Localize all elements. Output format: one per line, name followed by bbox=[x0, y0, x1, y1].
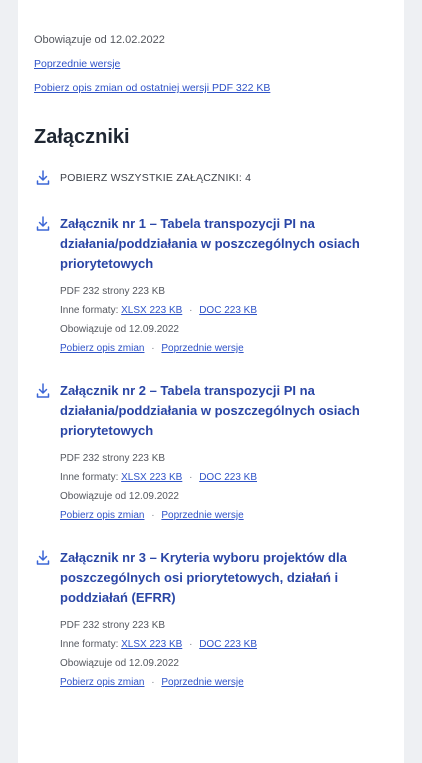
download-icon[interactable] bbox=[36, 550, 50, 566]
attachment-title-link[interactable]: Załącznik nr 2 – Tabela transpozycji PI … bbox=[60, 381, 390, 441]
download-changes-link[interactable]: Pobierz opis zmian bbox=[60, 510, 144, 521]
separator-dot: · bbox=[189, 639, 193, 650]
attachment-item: Załącznik nr 2 – Tabela transpozycji PI … bbox=[34, 381, 404, 524]
previous-versions-link[interactable]: Poprzednie wersje bbox=[161, 343, 243, 354]
download-icon[interactable] bbox=[36, 383, 50, 399]
document-panel: Obowiązuje od 12.02.2022 Poprzednie wers… bbox=[18, 0, 404, 763]
previous-versions-link[interactable]: Poprzednie wersje bbox=[161, 510, 243, 521]
attachment-item: Załącznik nr 3 – Kryteria wyboru projekt… bbox=[34, 548, 404, 691]
download-changes-link[interactable]: Pobierz opis zmian od ostatniej wersji P… bbox=[34, 80, 404, 96]
download-changes-link[interactable]: Pobierz opis zmian bbox=[60, 677, 144, 688]
doc-format-link[interactable]: DOC 223 KB bbox=[199, 639, 257, 650]
attachment-valid-from: Obowiązuje od 12.09.2022 bbox=[60, 491, 179, 502]
xlsx-format-link[interactable]: XLSX 223 KB bbox=[121, 305, 182, 316]
other-formats-label: Inne formaty: bbox=[60, 639, 119, 650]
download-all-label: POBIERZ WSZYSTKIE ZAŁĄCZNIKI: 4 bbox=[60, 172, 252, 184]
download-all-attachments-button[interactable]: POBIERZ WSZYSTKIE ZAŁĄCZNIKI: 4 bbox=[34, 170, 404, 186]
other-formats-label: Inne formaty: bbox=[60, 472, 119, 483]
separator-dot: · bbox=[151, 510, 155, 521]
attachment-valid-from: Obowiązuje od 12.09.2022 bbox=[60, 658, 179, 669]
previous-versions-link[interactable]: Poprzednie wersje bbox=[161, 677, 243, 688]
attachment-item: Załącznik nr 1 – Tabela transpozycji PI … bbox=[34, 214, 404, 357]
attachment-size-info: PDF 232 strony 223 KB bbox=[60, 453, 166, 464]
attachment-size-info: PDF 232 strony 223 KB bbox=[60, 620, 166, 631]
attachment-title-link[interactable]: Załącznik nr 3 – Kryteria wyboru projekt… bbox=[60, 548, 390, 608]
attachment-valid-from: Obowiązuje od 12.09.2022 bbox=[60, 324, 179, 335]
attachment-size-info: PDF 232 strony 223 KB bbox=[60, 286, 166, 297]
xlsx-format-link[interactable]: XLSX 223 KB bbox=[121, 639, 182, 650]
separator-dot: · bbox=[151, 677, 155, 688]
doc-format-link[interactable]: DOC 223 KB bbox=[199, 305, 257, 316]
xlsx-format-link[interactable]: XLSX 223 KB bbox=[121, 472, 182, 483]
doc-format-link[interactable]: DOC 223 KB bbox=[199, 472, 257, 483]
previous-versions-link[interactable]: Poprzednie wersje bbox=[34, 56, 404, 72]
download-changes-link[interactable]: Pobierz opis zmian bbox=[60, 343, 144, 354]
separator-dot: · bbox=[189, 305, 193, 316]
download-icon bbox=[36, 170, 50, 186]
separator-dot: · bbox=[189, 472, 193, 483]
attachments-heading: Załączniki bbox=[34, 126, 130, 148]
other-formats-label: Inne formaty: bbox=[60, 305, 119, 316]
download-icon[interactable] bbox=[36, 216, 50, 232]
separator-dot: · bbox=[151, 343, 155, 354]
attachment-title-link[interactable]: Załącznik nr 1 – Tabela transpozycji PI … bbox=[60, 214, 390, 274]
document-valid-from: Obowiązuje od 12.02.2022 bbox=[34, 34, 165, 46]
